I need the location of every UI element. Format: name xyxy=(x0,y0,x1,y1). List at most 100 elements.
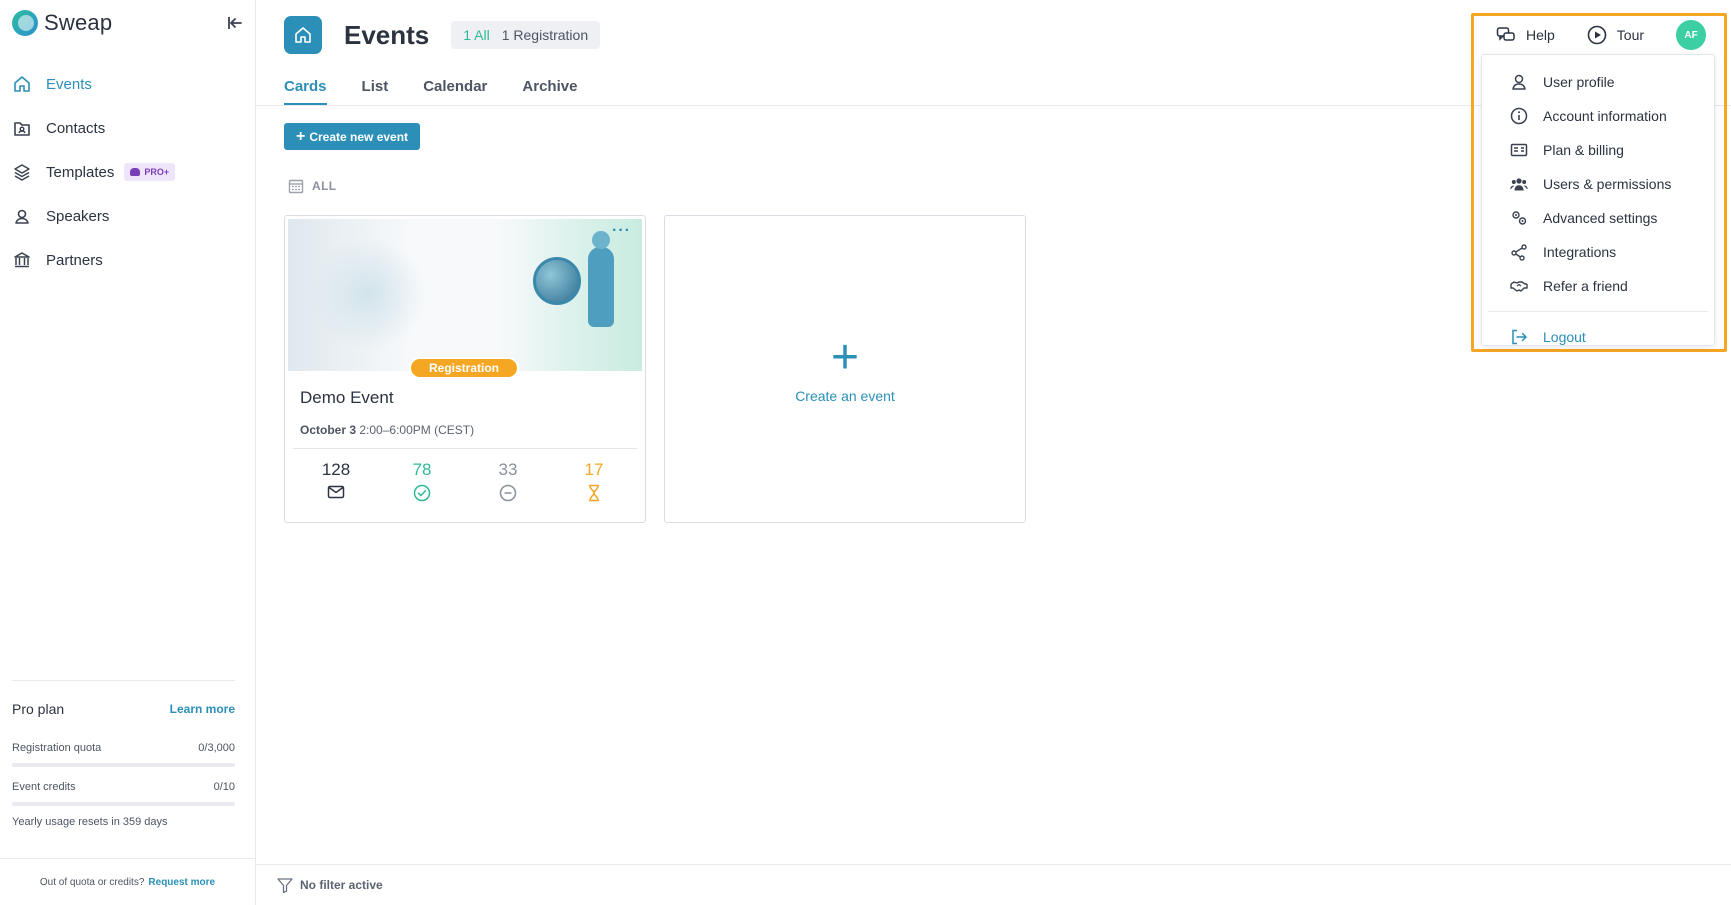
play-circle-icon xyxy=(1587,25,1607,45)
settings-gears-icon xyxy=(1509,208,1529,228)
sidebar-item-label: Partners xyxy=(46,251,103,269)
event-credits: Event credits 0/10 xyxy=(12,781,235,793)
sidebar-item-templates[interactable]: Templates PRO+ xyxy=(0,150,255,194)
stat-declined[interactable]: 33 xyxy=(473,460,543,502)
menu-divider xyxy=(1488,311,1708,312)
reset-note: Yearly usage resets in 359 days xyxy=(12,816,168,828)
info-icon xyxy=(1509,106,1529,126)
create-new-event-button[interactable]: + Create new event xyxy=(284,123,421,150)
count-all-filter[interactable]: 1 All xyxy=(463,27,489,43)
tab-calendar[interactable]: Calendar xyxy=(423,78,487,105)
event-card[interactable]: ··· Registration Demo Event October 3 2:… xyxy=(284,215,646,523)
app-root: Sweap Events Contacts Templates PRO+ Spe… xyxy=(0,0,1731,905)
user-icon xyxy=(1509,72,1529,92)
request-more-link[interactable]: Request more xyxy=(148,877,215,888)
collapse-sidebar-icon[interactable] xyxy=(226,14,246,34)
event-credits-value: 0/10 xyxy=(213,781,235,793)
event-stats: 128 78 33 17 xyxy=(293,460,637,502)
event-name[interactable]: Demo Event xyxy=(300,388,394,408)
quota-footer-text: Out of quota or credits? xyxy=(39,876,145,888)
create-event-card[interactable]: + Create an event xyxy=(664,215,1026,523)
event-credits-label: Event credits xyxy=(12,781,76,793)
sidebar-item-speakers[interactable]: Speakers xyxy=(0,194,255,238)
event-date: October 3 2:00–6:00PM (CEST) xyxy=(300,423,475,437)
integrations-icon xyxy=(1509,242,1529,262)
tab-list[interactable]: List xyxy=(362,78,389,105)
page-header: Events 1 All 1 Registration xyxy=(284,16,601,54)
filter-status-text: No filter active xyxy=(300,878,383,892)
plus-icon: + xyxy=(296,127,306,145)
plan-title: Pro plan xyxy=(12,700,65,717)
event-cover-image xyxy=(288,219,642,371)
sidebar-item-partners[interactable]: Partners xyxy=(0,238,255,282)
sidebar-nav: Events Contacts Templates PRO+ Speakers … xyxy=(0,62,255,282)
filter-status-bar: No filter active xyxy=(256,864,1731,905)
contacts-folder-icon xyxy=(12,118,32,138)
plan-panel: Pro plan Learn more Registration quota 0… xyxy=(0,680,255,828)
menu-item-advanced-settings[interactable]: Advanced settings xyxy=(1482,201,1714,235)
billing-card-icon xyxy=(1509,140,1529,160)
brand[interactable]: Sweap xyxy=(12,10,112,36)
home-tile-icon xyxy=(284,16,322,54)
sidebar: Sweap Events Contacts Templates PRO+ Spe… xyxy=(0,0,256,905)
registration-quota-value: 0/3,000 xyxy=(198,742,235,754)
sidebar-item-events[interactable]: Events xyxy=(0,62,255,106)
stat-invited[interactable]: 128 xyxy=(301,460,371,502)
minus-circle-icon xyxy=(499,484,517,502)
filter-all[interactable]: ALL xyxy=(288,178,337,194)
tab-archive[interactable]: Archive xyxy=(522,78,577,105)
count-registration-filter[interactable]: 1 Registration xyxy=(502,27,588,43)
calendar-icon xyxy=(288,179,304,194)
help-button[interactable]: Help xyxy=(1496,26,1555,44)
globe-illustration xyxy=(533,257,581,305)
plus-icon: + xyxy=(830,331,860,384)
person-illustration xyxy=(588,231,614,327)
more-options-icon[interactable]: ··· xyxy=(612,222,631,240)
bank-icon xyxy=(12,250,32,270)
create-event-label: Create an event xyxy=(795,388,895,404)
menu-item-plan-billing[interactable]: Plan & billing xyxy=(1482,133,1714,167)
pro-plus-badge: PRO+ xyxy=(124,163,176,181)
pro-badge-icon xyxy=(130,168,141,176)
brand-logo xyxy=(12,10,38,36)
brand-name: Sweap xyxy=(44,10,113,35)
tour-button[interactable]: Tour xyxy=(1587,25,1644,45)
menu-item-users-permissions[interactable]: Users & permissions xyxy=(1482,167,1714,201)
stat-pending[interactable]: 17 xyxy=(559,460,629,502)
avatar[interactable]: AF xyxy=(1676,20,1707,50)
hourglass-icon xyxy=(589,484,599,502)
filter-all-label: ALL xyxy=(312,179,337,193)
registration-quota: Registration quota 0/3,000 xyxy=(12,742,235,754)
topbar-right: Help Tour AF xyxy=(1496,20,1707,50)
user-menu-dropdown: User profile Account information Plan & … xyxy=(1481,54,1715,346)
filter-icon[interactable] xyxy=(276,876,294,894)
page-title: Events xyxy=(344,19,430,50)
learn-more-link[interactable]: Learn more xyxy=(170,702,235,716)
event-credits-bar xyxy=(12,802,235,806)
menu-item-account-information[interactable]: Account information xyxy=(1482,99,1714,133)
sidebar-item-label: Contacts xyxy=(46,119,106,137)
menu-item-integrations[interactable]: Integrations xyxy=(1482,235,1714,269)
event-counts: 1 All 1 Registration xyxy=(451,21,601,49)
chat-bubbles-icon xyxy=(1496,27,1515,41)
registration-quota-bar xyxy=(12,763,235,767)
envelope-icon xyxy=(327,485,345,499)
menu-item-logout[interactable]: Logout xyxy=(1482,320,1714,354)
menu-item-refer-a-friend[interactable]: Refer a friend xyxy=(1482,269,1714,303)
users-icon xyxy=(1509,174,1529,194)
menu-item-user-profile[interactable]: User profile xyxy=(1482,65,1714,99)
view-tabs: Cards List Calendar Archive xyxy=(284,78,577,105)
card-divider xyxy=(293,448,637,449)
sidebar-item-label: Speakers xyxy=(46,207,110,225)
cover-blob xyxy=(308,239,428,349)
sidebar-item-contacts[interactable]: Contacts xyxy=(0,106,255,150)
stat-accepted[interactable]: 78 xyxy=(387,460,457,502)
registration-quota-label: Registration quota xyxy=(12,742,102,754)
speaker-icon xyxy=(12,206,32,226)
layers-icon xyxy=(12,162,32,182)
logout-icon xyxy=(1509,327,1529,347)
tab-cards[interactable]: Cards xyxy=(284,78,327,105)
status-badge: Registration xyxy=(409,357,520,379)
home-icon xyxy=(12,74,32,94)
quota-footer: Out of quota or credits? Request more xyxy=(0,858,255,905)
